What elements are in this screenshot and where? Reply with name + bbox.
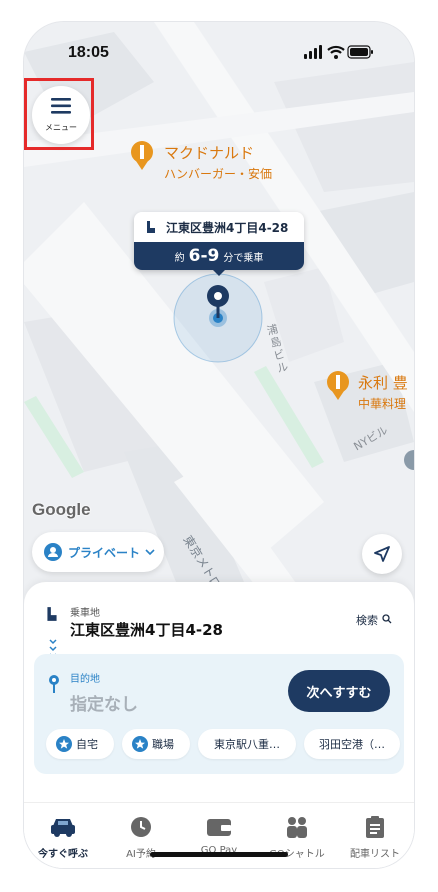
chevron-down-icon: [145, 549, 155, 556]
seat-icon: [47, 607, 57, 621]
star-icon: [56, 736, 72, 752]
chip-work[interactable]: 職場: [122, 729, 190, 759]
poi-mcdonalds-category: ハンバーガー・安価: [164, 167, 273, 181]
destination-label: 目的地: [70, 674, 100, 685]
chip-haneda-label: 羽田空港（…: [319, 738, 385, 751]
callout-eta: 6-9: [188, 246, 220, 266]
tab-dispatch-list[interactable]: 配車リスト: [336, 815, 414, 860]
google-attribution: Google: [32, 500, 91, 519]
star-icon: [132, 736, 148, 752]
search-label: 検索: [356, 614, 378, 627]
chip-haneda[interactable]: 羽田空港（…: [304, 729, 400, 759]
wifi-icon: [327, 45, 345, 59]
navigation-arrow-icon: [374, 546, 390, 562]
tab-call-now-label: 今すぐ呼ぶ: [38, 849, 88, 860]
destination-value[interactable]: 指定なし: [70, 690, 138, 715]
current-location-button[interactable]: [362, 534, 402, 574]
battery-icon: [347, 45, 373, 59]
clock-icon: [131, 817, 151, 837]
profile-label: プライベート: [68, 545, 141, 560]
person-icon: [44, 543, 62, 561]
next-button[interactable]: 次へすすむ: [288, 670, 390, 712]
pickup-search-link[interactable]: 検索: [356, 612, 392, 628]
callout-prefix: 約: [174, 252, 185, 264]
poi-eiri-category: 中華料理: [358, 397, 407, 411]
signal-icon: [304, 45, 322, 59]
destination-pin-icon: [49, 675, 59, 693]
chip-work-label: 職場: [152, 738, 174, 751]
car-icon: [51, 819, 75, 837]
profile-selector[interactable]: プライベート: [32, 532, 164, 572]
wallet-icon: [207, 819, 231, 836]
search-icon: [381, 614, 391, 624]
poi-eiri[interactable]: 永利 豊 中華料理: [358, 372, 408, 412]
callout-address: 江東区豊洲4丁目4-28: [166, 220, 289, 235]
callout-tail: [211, 268, 227, 276]
pickup-callout[interactable]: 江東区豊洲4丁目4-28 約 6-9 分で乗車: [134, 212, 304, 270]
pickup-label: 乗車地: [70, 608, 100, 619]
seat-icon: [147, 221, 155, 233]
home-indicator: [150, 852, 288, 857]
poi-mcdonalds[interactable]: マクドナルド ハンバーガー・安価: [164, 142, 272, 182]
tab-go-pay[interactable]: GO Pay: [180, 815, 258, 856]
menu-highlight-box: [24, 78, 94, 150]
tab-bar: 今すぐ呼ぶ AI予約 GO Pay GOシャトル 配車リスト: [24, 802, 414, 868]
clipboard-icon: [366, 816, 384, 838]
poi-eiri-name: 永利 豊: [358, 374, 408, 392]
chip-tokyo-station[interactable]: 東京駅八重…: [198, 729, 296, 759]
status-time: 18:05: [68, 44, 109, 61]
tab-dispatch-list-label: 配車リスト: [350, 849, 400, 860]
poi-mcdonalds-name: マクドナルド: [164, 144, 255, 162]
chip-home[interactable]: 自宅: [46, 729, 114, 759]
tab-call-now[interactable]: 今すぐ呼ぶ: [24, 815, 102, 860]
chip-home-label: 自宅: [76, 738, 98, 751]
people-icon: [287, 817, 307, 838]
chip-tokyo-station-label: 東京駅八重…: [214, 738, 280, 751]
pickup-address[interactable]: 江東区豊洲4丁目4-28: [70, 619, 223, 640]
status-bar: 18:05: [24, 22, 414, 66]
status-icons: [304, 45, 373, 59]
destination-box[interactable]: 目的地 指定なし 次へすすむ 自宅 職場 東京駅八重… 羽田空港（…: [34, 654, 404, 774]
callout-suffix: 分で乗車: [223, 252, 264, 264]
